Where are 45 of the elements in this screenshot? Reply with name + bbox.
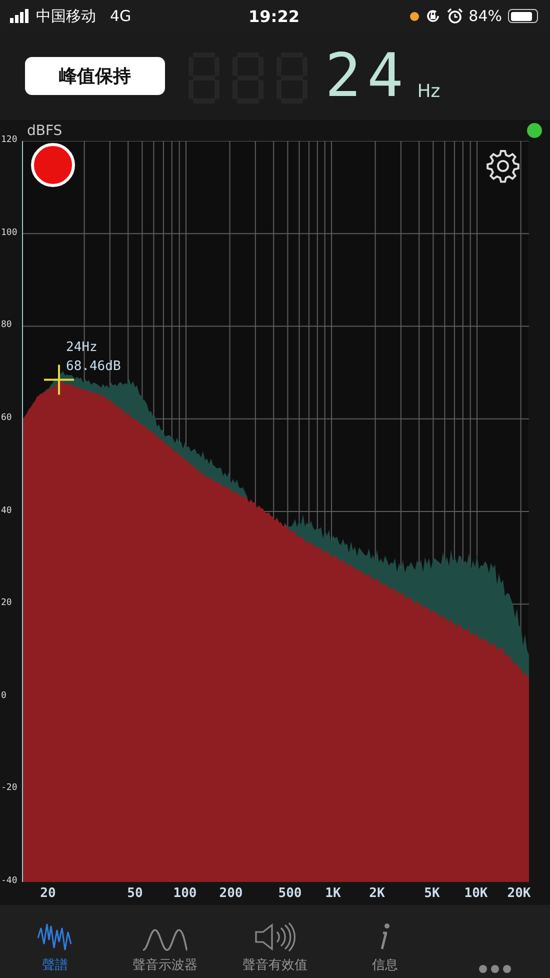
axis-label: 100 [173, 886, 197, 901]
record-button[interactable] [31, 143, 75, 187]
marker-level: 68.46dB [66, 358, 121, 376]
clock: 19:22 [248, 6, 300, 26]
axis-label: 5K [424, 886, 440, 901]
network-type: 4G [110, 7, 132, 25]
alarm-icon [446, 8, 463, 24]
battery-percent: 84% [468, 7, 502, 25]
axis-label: 60 [1, 412, 12, 423]
peak-hold-button[interactable]: 峰值保持 [25, 57, 165, 95]
frequency-readout: 24 [325, 48, 410, 104]
axis-label: 500 [278, 886, 302, 901]
axis-label: 2K [369, 886, 385, 901]
axis-label: -20 [1, 783, 18, 794]
axis-label: -40 [1, 876, 18, 886]
axis-label: 200 [219, 886, 243, 901]
axis-label: 40 [1, 506, 12, 516]
tab[interactable]: 聲音有效值 [220, 905, 330, 978]
axis-label: 0 [1, 690, 6, 701]
axis-label: 1K [325, 886, 341, 901]
axis-label: 80 [1, 320, 12, 330]
more-icon [478, 964, 512, 974]
battery-icon [508, 9, 538, 23]
sine-wave-icon [142, 928, 188, 952]
speaker-icon [254, 922, 296, 952]
axis-label: 120 [1, 135, 18, 145]
axis-label: 10K [464, 886, 488, 901]
mic-indicator-icon [410, 12, 419, 20]
unit-label: Hz [417, 81, 440, 102]
axis-label: 20 [1, 598, 12, 608]
axis-label: 20 [40, 886, 56, 901]
settings-icon[interactable] [486, 149, 520, 183]
carrier-name: 中国移动 [36, 6, 96, 26]
tab[interactable]: 聲音示波器 [110, 905, 220, 978]
axis-unit: dBFS [27, 122, 62, 138]
info-icon [378, 922, 392, 952]
rotation-lock-icon [424, 8, 441, 24]
signal-icon [10, 9, 30, 23]
axis-label: 20K [507, 886, 531, 901]
tab[interactable]: 聲譜 [0, 905, 110, 978]
marker-frequency: 24Hz [66, 338, 98, 357]
status-dot [527, 123, 542, 138]
tab[interactable]: 信息 [330, 905, 440, 978]
axis-label: 50 [127, 886, 143, 901]
axis-label: 100 [1, 228, 18, 238]
